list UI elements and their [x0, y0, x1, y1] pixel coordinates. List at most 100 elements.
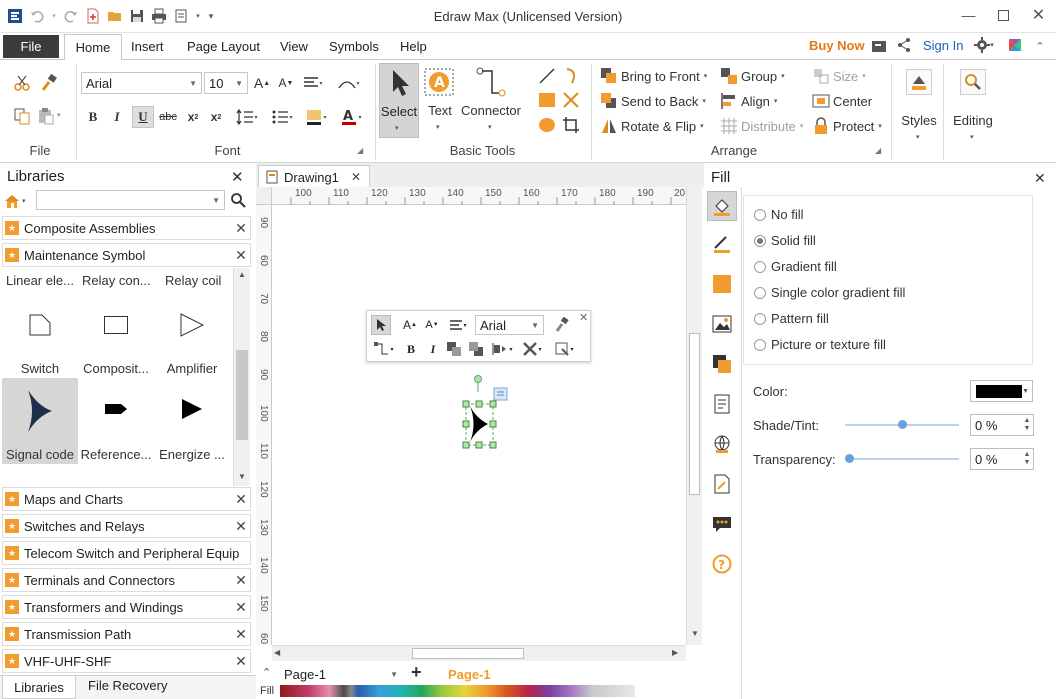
- shape-label[interactable]: Linear ele...: [6, 273, 78, 288]
- bring-to-front-button[interactable]: Bring to Front ▾: [600, 67, 707, 85]
- float-send-back-icon[interactable]: [467, 340, 485, 358]
- library-search-input[interactable]: ▼: [36, 190, 225, 210]
- library-home-button[interactable]: ▾: [4, 191, 34, 211]
- font-color-icon[interactable]: A ▾: [337, 107, 365, 127]
- cut-icon[interactable]: [13, 74, 31, 92]
- connector-tool-button[interactable]: Connector ▾: [460, 63, 522, 138]
- radio-single-color-gradient-fill[interactable]: Single color gradient fill: [754, 285, 905, 300]
- shape-reference[interactable]: Reference...: [78, 378, 154, 464]
- close-icon[interactable]: ✕: [1021, 0, 1056, 30]
- library-header[interactable]: ★ Maps and Charts ✕: [2, 487, 251, 511]
- line-tool-icon[interactable]: [538, 67, 556, 85]
- font-family-select[interactable]: Arial ▼: [81, 72, 202, 94]
- add-page-icon[interactable]: +: [411, 662, 422, 683]
- shape-energize[interactable]: Energize ...: [154, 378, 230, 464]
- shape-amplifier[interactable]: Amplifier: [154, 292, 230, 378]
- rotate-flip-button[interactable]: Rotate & Flip ▾: [600, 117, 704, 135]
- shape-composite[interactable]: Composit...: [78, 292, 154, 378]
- library-close-icon[interactable]: ✕: [232, 518, 250, 535]
- purchase-icon[interactable]: [871, 38, 887, 54]
- canvas-vertical-scrollbar[interactable]: ▼: [686, 187, 702, 645]
- gallery-scrollbar[interactable]: ▲ ▼: [233, 268, 250, 486]
- canvas-horizontal-scrollbar[interactable]: ◀ ▶: [272, 645, 686, 661]
- library-close-icon[interactable]: ✕: [232, 247, 250, 264]
- floatbar-close-icon[interactable]: ✕: [579, 311, 588, 324]
- text-path-icon[interactable]: ▾: [335, 74, 363, 92]
- line-style-icon[interactable]: [709, 231, 735, 257]
- align-button[interactable]: Align ▾: [720, 92, 777, 110]
- paste-dropdown-icon[interactable]: ▾: [57, 111, 61, 119]
- float-tools-icon[interactable]: ▾: [519, 340, 545, 358]
- send-to-back-button[interactable]: Send to Back ▾: [600, 92, 706, 110]
- fill-tool-icon[interactable]: [707, 191, 737, 221]
- library-close-icon[interactable]: ✕: [232, 491, 250, 508]
- tab-help[interactable]: Help: [400, 39, 427, 54]
- shrink-font-icon[interactable]: A ▼: [423, 317, 441, 333]
- shape-label[interactable]: Relay coil: [165, 273, 221, 288]
- page-collapse-icon[interactable]: ⌃: [262, 666, 271, 679]
- app-theme-icon[interactable]: [1007, 37, 1023, 53]
- library-header[interactable]: ★ Telecom Switch and Peripheral Equip: [2, 541, 251, 565]
- float-format-painter-icon[interactable]: [553, 316, 571, 334]
- distribute-button[interactable]: Distribute ▾: [720, 117, 803, 135]
- increase-font-icon[interactable]: A ▲: [253, 74, 271, 92]
- share-icon[interactable]: [896, 37, 912, 53]
- maximize-icon[interactable]: [986, 0, 1021, 30]
- center-button[interactable]: Center: [812, 92, 872, 110]
- cross-tool-icon[interactable]: [562, 91, 580, 109]
- pointer-icon[interactable]: [371, 315, 391, 335]
- library-header[interactable]: ★ Transformers and Windings ✕: [2, 595, 251, 619]
- radio-solid-fill[interactable]: Solid fill: [754, 233, 816, 248]
- comment-icon[interactable]: [709, 511, 735, 537]
- float-fill-icon[interactable]: ▾: [551, 340, 577, 358]
- float-italic-icon[interactable]: I: [425, 340, 441, 358]
- ellipse-tool-icon[interactable]: [538, 116, 556, 134]
- tab-symbols[interactable]: Symbols: [329, 39, 379, 54]
- text-tool-button[interactable]: A Text ▾: [422, 63, 458, 138]
- tab-insert[interactable]: Insert: [131, 39, 164, 54]
- shadow-icon[interactable]: [709, 271, 735, 297]
- group-button[interactable]: Group ▾: [720, 67, 785, 85]
- font-dialog-launcher-icon[interactable]: ◢: [357, 146, 363, 155]
- grow-font-icon[interactable]: A ▲: [401, 317, 419, 333]
- transparency-spin-arrows[interactable]: ▲ ▼: [1021, 451, 1033, 467]
- vertical-scroll-thumb[interactable]: [689, 333, 700, 495]
- libraries-close-icon[interactable]: ✕: [231, 168, 244, 186]
- color-swatches[interactable]: [280, 685, 635, 697]
- tab-view[interactable]: View: [280, 39, 308, 54]
- radio-picture-fill[interactable]: Picture or texture fill: [754, 337, 886, 352]
- select-tool-button[interactable]: Select ▾: [379, 63, 419, 138]
- globe-icon[interactable]: [709, 431, 735, 457]
- editing-button[interactable]: Editing ▾: [950, 65, 996, 145]
- library-header[interactable]: ★ Switches and Relays ✕: [2, 514, 251, 538]
- line-spacing-icon[interactable]: ▾: [233, 108, 261, 126]
- scroll-down-icon[interactable]: ▼: [238, 472, 246, 481]
- radio-gradient-fill[interactable]: Gradient fill: [754, 259, 837, 274]
- page-tab-active[interactable]: Page-1: [448, 667, 491, 682]
- library-header[interactable]: ★ Maintenance Symbol ✕: [2, 243, 251, 267]
- image-icon[interactable]: [709, 311, 735, 337]
- rectangle-tool-icon[interactable]: [538, 91, 556, 109]
- canvas-scroll-right-icon[interactable]: ▶: [672, 648, 678, 657]
- underline-icon[interactable]: U: [132, 106, 154, 128]
- horizontal-scroll-thumb[interactable]: [412, 648, 524, 659]
- settings-gear-icon[interactable]: ▾: [972, 37, 996, 53]
- library-close-icon[interactable]: ✕: [232, 653, 250, 670]
- transparency-slider[interactable]: [845, 454, 959, 463]
- superscript-icon[interactable]: x2: [207, 108, 225, 126]
- minimize-icon[interactable]: —: [951, 0, 986, 30]
- layers-icon[interactable]: [709, 351, 735, 377]
- document-tab-close-icon[interactable]: ✕: [351, 170, 361, 184]
- file-menu-button[interactable]: File: [3, 35, 59, 58]
- float-bring-front-icon[interactable]: [445, 340, 463, 358]
- bold-icon[interactable]: B: [84, 108, 102, 126]
- gallery-scroll-thumb[interactable]: [236, 350, 248, 440]
- transparency-input[interactable]: 0 % ▲ ▼: [970, 448, 1034, 470]
- float-font-select[interactable]: Arial ▼: [475, 315, 544, 335]
- canvas-scroll-left-icon[interactable]: ◀: [274, 648, 280, 657]
- size-button[interactable]: Size ▾: [812, 67, 866, 85]
- shade-slider-knob[interactable]: [898, 420, 907, 429]
- page-setup-icon[interactable]: [709, 391, 735, 417]
- selected-signal-code-shape[interactable]: [460, 372, 512, 454]
- shape-switch[interactable]: Switch: [2, 292, 78, 378]
